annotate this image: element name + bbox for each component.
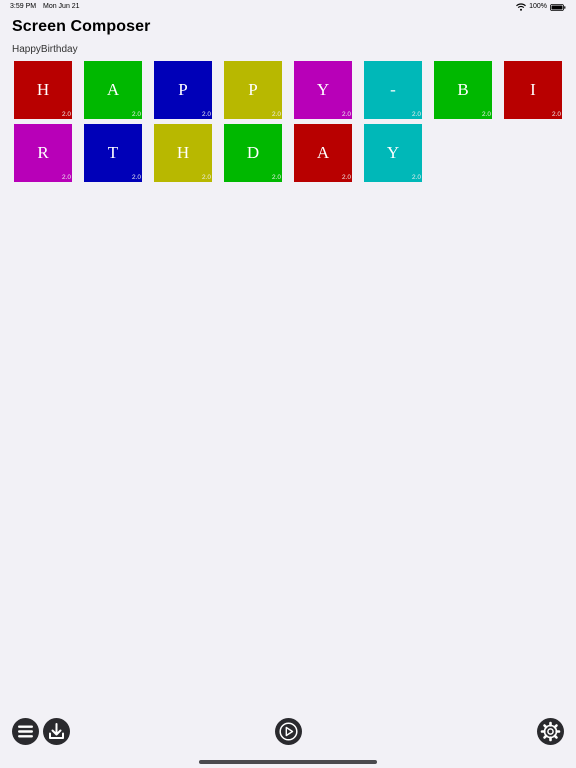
letter-tile[interactable]: P 2.0 bbox=[154, 61, 212, 119]
tile-duration: 2.0 bbox=[131, 111, 141, 118]
letter-tile[interactable]: Y 2.0 bbox=[364, 124, 422, 182]
play-button[interactable] bbox=[275, 718, 302, 745]
tile-duration: 2.0 bbox=[271, 111, 281, 118]
letter-tile[interactable]: R 2.0 bbox=[14, 124, 72, 182]
letter-tile[interactable]: -2.0 bbox=[364, 61, 422, 119]
letter-tile[interactable]: H 2.0 bbox=[154, 124, 212, 182]
tile-duration: 2.0 bbox=[551, 111, 561, 118]
tile-duration: 2.0 bbox=[201, 174, 211, 181]
tile-duration: 2.0 bbox=[341, 174, 351, 181]
tile-duration: 2.0 bbox=[411, 111, 421, 118]
tile-duration: 2.0 bbox=[341, 111, 351, 118]
battery-icon bbox=[550, 3, 566, 11]
page-title: Screen Composer bbox=[12, 18, 151, 35]
gear-icon bbox=[540, 721, 561, 742]
letter-tile[interactable]: T 2.0 bbox=[84, 124, 142, 182]
tile-duration: 2.0 bbox=[411, 174, 421, 181]
letter-tile[interactable]: A 2.0 bbox=[84, 61, 142, 119]
tile-duration: 2.0 bbox=[61, 174, 71, 181]
letter-tile[interactable]: P 2.0 bbox=[224, 61, 282, 119]
tile-duration: 2.0 bbox=[61, 111, 71, 118]
letter-tile[interactable]: I 2.0 bbox=[504, 61, 562, 119]
letter-tile[interactable]: H 2.0 bbox=[14, 61, 72, 119]
list-icon bbox=[18, 725, 33, 738]
letter-tile[interactable]: Y 2.0 bbox=[294, 61, 352, 119]
tile-duration: 2.0 bbox=[481, 111, 491, 118]
status-date: Mon Jun 21 bbox=[43, 3, 80, 10]
status-bar: 3:59 PM Mon Jun 21 100% bbox=[0, 0, 576, 14]
project-name: HappyBirthday bbox=[12, 44, 78, 55]
home-indicator bbox=[199, 760, 377, 764]
play-icon bbox=[279, 722, 298, 741]
status-indicators: 100% bbox=[516, 0, 566, 14]
tile-duration: 2.0 bbox=[131, 174, 141, 181]
download-icon bbox=[49, 723, 64, 739]
battery-percent: 100% bbox=[529, 3, 547, 10]
tile-duration: 2.0 bbox=[201, 111, 211, 118]
letter-tile[interactable]: D 2.0 bbox=[224, 124, 282, 182]
letter-tile[interactable]: A 2.0 bbox=[294, 124, 352, 182]
download-button[interactable] bbox=[43, 718, 70, 745]
menu-button[interactable] bbox=[12, 718, 39, 745]
letter-tile[interactable]: B 2.0 bbox=[434, 61, 492, 119]
status-time: 3:59 PM bbox=[10, 3, 37, 10]
settings-button[interactable] bbox=[537, 718, 564, 745]
wifi-icon bbox=[516, 3, 527, 11]
tile-duration: 2.0 bbox=[271, 174, 281, 181]
